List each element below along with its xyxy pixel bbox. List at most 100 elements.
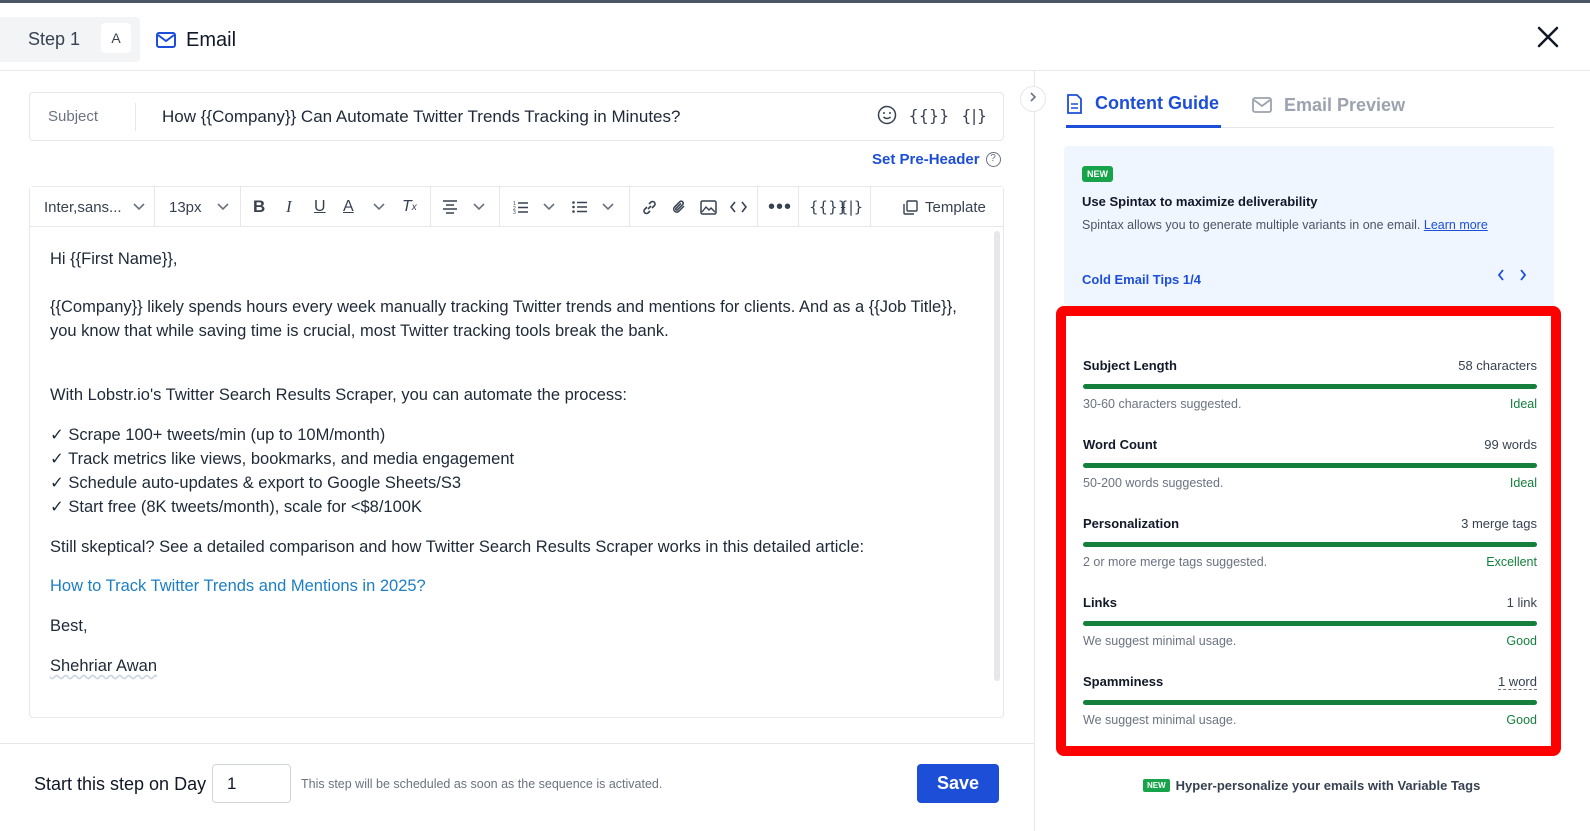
merge-tag-icon[interactable]: {{}} <box>909 106 950 125</box>
metric-bar <box>1083 621 1537 626</box>
italic-icon[interactable]: I <box>286 187 292 227</box>
font-size-select[interactable]: 13px <box>169 187 230 227</box>
attachment-icon[interactable] <box>671 187 688 227</box>
metric-value[interactable]: 1 word <box>1497 674 1537 690</box>
step-label: Step 1 <box>28 29 81 49</box>
align-icon[interactable] <box>442 187 458 227</box>
email-body[interactable]: Hi {{First Name}}, {{Company}} likely sp… <box>50 247 970 678</box>
tip-title: Use Spintax to maximize deliverability <box>1082 194 1318 209</box>
chevron-down-icon <box>132 203 145 211</box>
metric-name: Links <box>1083 595 1117 610</box>
footer-bar: Start this step on Day This step will be… <box>0 743 1034 831</box>
align-dropdown[interactable] <box>472 187 486 227</box>
template-button[interactable]: Template <box>903 187 986 227</box>
metric-bar-fill <box>1083 700 1537 705</box>
metric-subject-length: Subject Length 58 characters 30-60 chara… <box>1083 358 1537 428</box>
text-color-dropdown[interactable] <box>372 187 386 227</box>
help-icon[interactable]: ? <box>985 152 1001 167</box>
toolbar-separator <box>430 187 431 227</box>
start-day-label: Start this step on Day <box>34 774 207 794</box>
metric-personalization: Personalization 3 merge tags 2 or more m… <box>1083 516 1537 586</box>
variant-badge[interactable]: A <box>101 23 131 53</box>
start-day-input[interactable] <box>212 764 291 803</box>
toolbar-separator <box>154 187 155 227</box>
metric-word-count: Word Count 99 words 50-200 words suggest… <box>1083 437 1537 507</box>
close-icon[interactable] <box>1534 23 1562 51</box>
clear-format-icon[interactable]: Tx <box>402 187 417 227</box>
metric-name: Word Count <box>1083 437 1158 452</box>
panel-divider <box>1034 71 1035 831</box>
metric-value: 58 characters <box>1458 358 1537 373</box>
step-selector[interactable]: Step 1 A <box>0 17 140 62</box>
tips-counter: Cold Email Tips 1/4 <box>1082 272 1201 287</box>
metric-value: 99 words <box>1484 437 1537 452</box>
ordered-list-icon[interactable]: 123 <box>513 187 529 227</box>
variable-tags-promo[interactable]: NEW Hyper-personalize your emails with V… <box>1143 778 1480 793</box>
save-button[interactable]: Save <box>917 764 999 803</box>
tips-nav <box>1496 268 1528 287</box>
metric-value: 3 merge tags <box>1461 516 1537 531</box>
bullet-list-icon[interactable] <box>572 187 588 227</box>
greeting: Hi {{First Name}}, <box>50 250 178 268</box>
tab-content-guide[interactable]: Content Guide <box>1066 82 1221 128</box>
new-badge: NEW <box>1082 166 1113 182</box>
spintax-icon[interactable]: {|} <box>961 106 987 125</box>
article-link[interactable]: How to Track Twitter Trends and Mentions… <box>50 574 970 598</box>
metric-value: 1 link <box>1506 595 1537 610</box>
preheader-label: Set Pre-Header <box>872 151 980 168</box>
code-icon[interactable] <box>730 187 747 227</box>
body-paragraph: {{Company}} likely spends hours every we… <box>50 298 957 340</box>
metric-hint: 50-200 words suggested. <box>1083 476 1224 490</box>
emoji-icon[interactable] <box>877 105 897 125</box>
cold-email-tips-card: NEW Use Spintax to maximize deliverabili… <box>1064 146 1554 306</box>
bold-icon[interactable]: B <box>253 187 265 227</box>
metric-links: Links 1 link We suggest minimal usage. G… <box>1083 595 1537 665</box>
learn-more-link[interactable]: Learn more <box>1424 218 1488 232</box>
tab-email-preview[interactable]: Email Preview <box>1252 82 1405 128</box>
subject-icons: {{}} {|} <box>877 105 987 125</box>
text-color-icon[interactable]: A <box>343 187 354 227</box>
chevron-left-icon[interactable] <box>1496 268 1506 287</box>
toolbar-separator <box>757 187 758 227</box>
promo-text: Hyper-personalize your emails with Varia… <box>1175 778 1481 793</box>
metric-bar-fill <box>1083 621 1537 626</box>
closing: Best, <box>50 617 88 635</box>
underline-icon[interactable]: U <box>314 187 326 227</box>
toolbar-separator <box>870 187 871 227</box>
document-icon <box>1067 93 1082 114</box>
channel-label: Email <box>186 28 237 51</box>
chevron-right-icon[interactable] <box>1518 268 1528 287</box>
toolbar-separator <box>798 187 799 227</box>
metric-rating: Ideal <box>1509 397 1537 411</box>
list-item: ✓ Track metrics like views, bookmarks, a… <box>50 450 515 468</box>
email-editor: Inter,sans... 13px B I U A Tx 123 ••• {{… <box>29 186 1004 718</box>
tab-label: Email Preview <box>1284 94 1406 115</box>
tip-description: Spintax allows you to generate multiple … <box>1082 218 1488 232</box>
subject-divider <box>135 103 136 131</box>
metric-bar <box>1083 384 1537 389</box>
panel-tabs: Content Guide Email Preview <box>1064 82 1554 128</box>
toolbar-separator <box>629 187 630 227</box>
body-paragraph: Still skeptical? See a detailed comparis… <box>50 538 865 556</box>
collapse-panel-button[interactable] <box>1020 86 1046 112</box>
signature: Shehriar Awan <box>50 657 158 675</box>
subject-label: Subject <box>48 108 99 125</box>
subject-input[interactable] <box>162 102 882 132</box>
metric-bar-fill <box>1083 384 1537 389</box>
link-icon[interactable] <box>641 187 658 227</box>
list-item: ✓ Start free (8K tweets/month), scale fo… <box>50 498 422 516</box>
metric-bar <box>1083 542 1537 547</box>
image-icon[interactable] <box>700 187 717 227</box>
chevron-down-icon <box>373 203 385 211</box>
set-preheader-link[interactable]: Set Pre-Header ? <box>872 151 1001 168</box>
ordered-list-dropdown[interactable] <box>542 187 556 227</box>
more-icon[interactable]: ••• <box>768 187 792 227</box>
bullet-list-dropdown[interactable] <box>601 187 615 227</box>
spintax-icon[interactable]: {|} <box>839 187 863 227</box>
metric-hint: 2 or more merge tags suggested. <box>1083 555 1268 569</box>
font-family-select[interactable]: Inter,sans... <box>44 187 146 227</box>
metric-hint: We suggest minimal usage. <box>1083 713 1237 727</box>
metric-bar <box>1083 463 1537 468</box>
tip-description-text: Spintax allows you to generate multiple … <box>1082 218 1421 232</box>
editor-scrollbar[interactable] <box>994 231 1000 681</box>
